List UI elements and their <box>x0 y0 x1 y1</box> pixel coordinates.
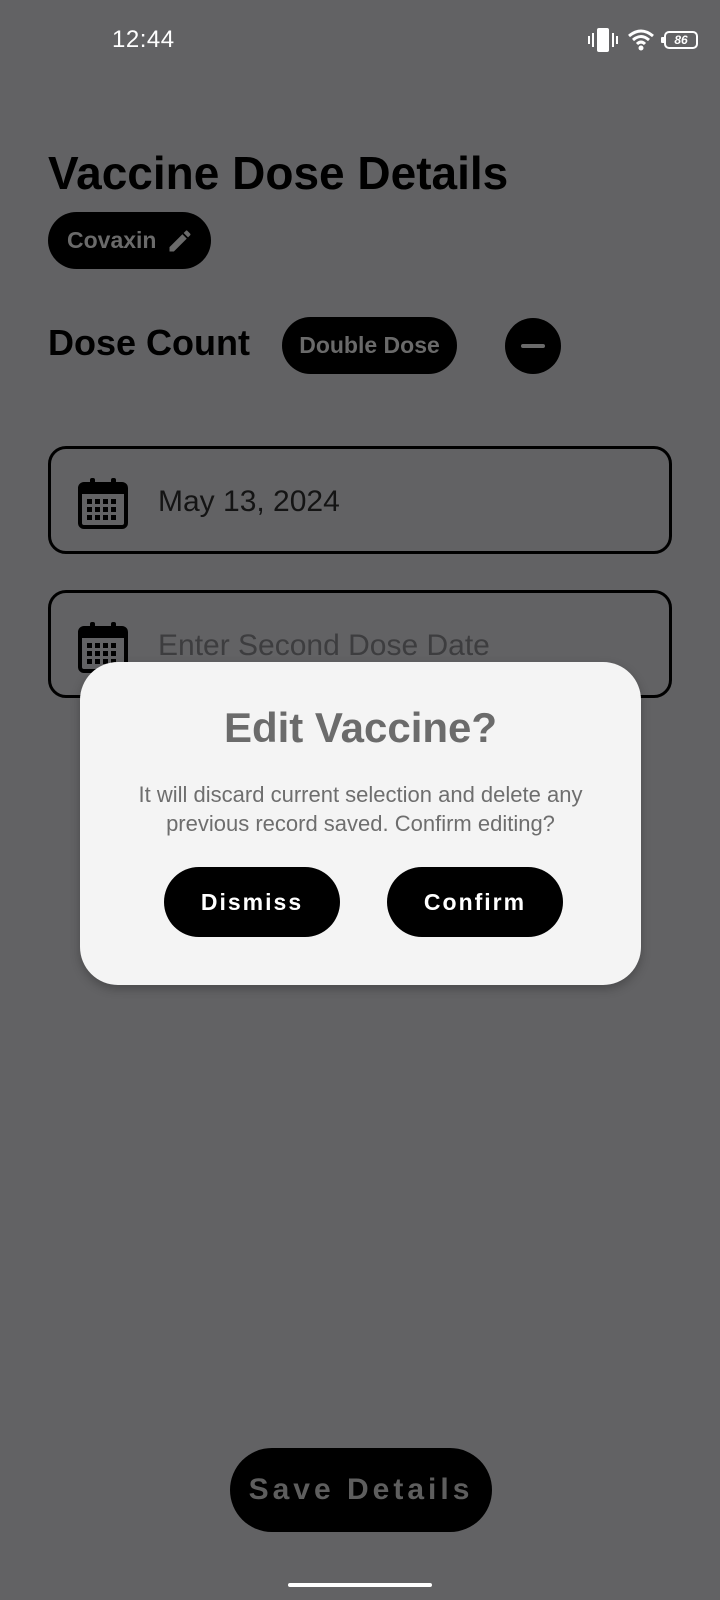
vibrate-icon <box>588 28 618 52</box>
second-dose-date-placeholder: Enter Second Dose Date <box>158 629 490 662</box>
minus-icon <box>521 344 545 348</box>
battery-level: 86 <box>674 33 688 47</box>
dose-type-chip[interactable]: Double Dose <box>282 317 457 374</box>
first-dose-date-field[interactable]: May 13, 2024 <box>48 446 672 554</box>
confirm-button[interactable]: Confirm <box>387 867 563 937</box>
dose-type-label: Double Dose <box>299 332 440 358</box>
first-dose-date-value: May 13, 2024 <box>158 485 340 518</box>
dialog-message: It will discard current selection and de… <box>138 782 583 836</box>
remove-dose-button[interactable] <box>505 318 561 374</box>
save-details-button[interactable]: Save Details <box>230 1448 492 1532</box>
dismiss-button[interactable]: Dismiss <box>164 867 340 937</box>
home-indicator[interactable] <box>288 1583 432 1587</box>
wifi-icon <box>628 29 654 51</box>
vaccine-chip-label: Covaxin <box>67 227 157 253</box>
status-bar: 12:44 86 <box>0 0 720 80</box>
pencil-icon <box>169 229 191 251</box>
status-time: 12:44 <box>112 26 175 53</box>
page-title: Vaccine Dose Details <box>48 147 509 199</box>
edit-vaccine-dialog: Edit Vaccine? It will discard current se… <box>80 662 641 985</box>
vaccine-chip[interactable]: Covaxin <box>48 212 211 269</box>
dose-count-label: Dose Count <box>48 322 250 363</box>
save-details-label: Save Details <box>248 1473 474 1506</box>
calendar-icon <box>78 478 128 529</box>
battery-icon: 86 <box>661 31 698 49</box>
status-icons: 86 <box>588 26 698 54</box>
dialog-title: Edit Vaccine? <box>223 704 498 751</box>
